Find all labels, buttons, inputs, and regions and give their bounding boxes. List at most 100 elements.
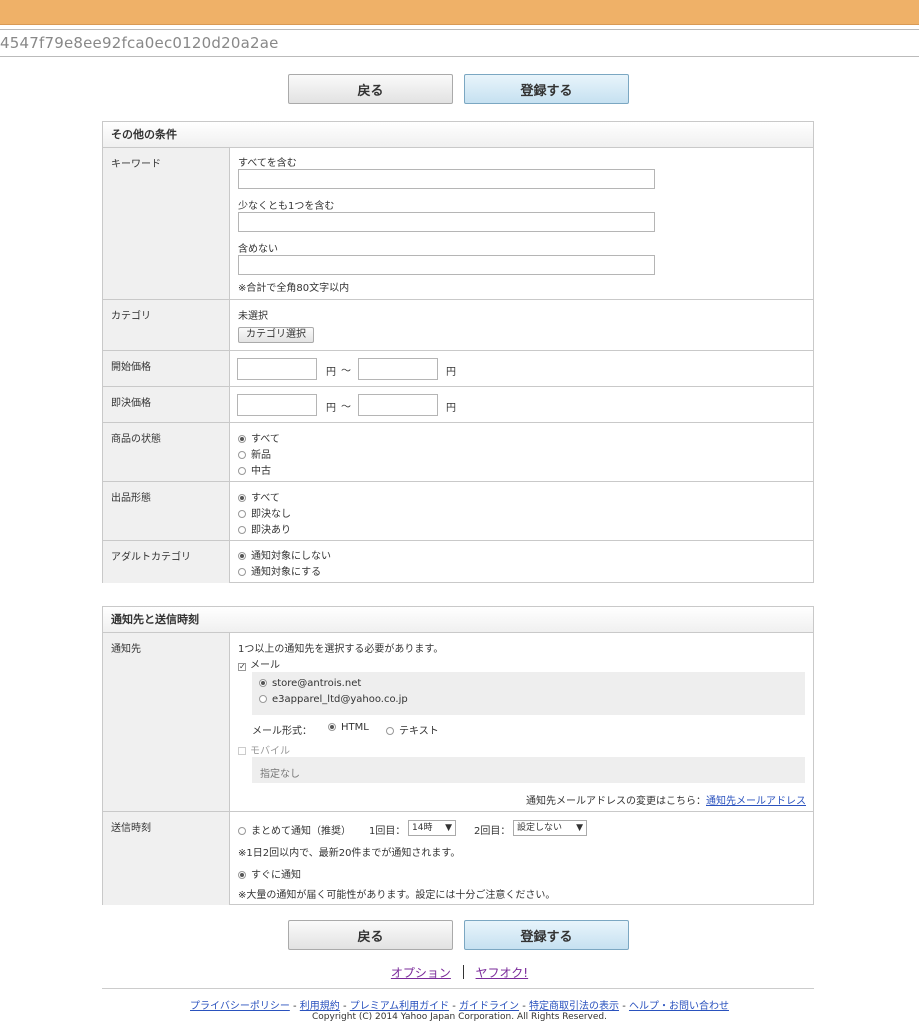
copyright: Copyright (C) 2014 Yahoo Japan Corporati…: [312, 1012, 607, 1022]
mobile-value: 指定なし: [260, 769, 300, 780]
bottom-nav: オプション ヤフオク!: [0, 964, 919, 981]
range-tilde: ～: [341, 402, 351, 413]
start-price-label: 開始価格: [103, 351, 230, 386]
radio-icon[interactable]: [238, 827, 246, 835]
radio-icon[interactable]: [238, 568, 246, 576]
listing-option-no-buyout[interactable]: 即決なし: [238, 505, 291, 520]
start-price-max-input[interactable]: [358, 358, 438, 380]
adult-option-include[interactable]: 通知対象にする: [238, 563, 321, 578]
send-time-label: 送信時刻: [103, 812, 230, 905]
back-button-bottom[interactable]: 戻る: [288, 920, 453, 950]
listing-type-row: 出品形態 すべて 即決なし 即決あり: [103, 482, 813, 541]
address-bar[interactable]: 4547f79e8ee92fca0ec0120d20a2ae: [0, 29, 919, 57]
keyword-all-label: すべてを含む: [238, 158, 297, 169]
yafuoku-link[interactable]: ヤフオク!: [476, 966, 529, 980]
listing-option-all[interactable]: すべて: [238, 489, 280, 504]
footer-link-guideline[interactable]: ガイドライン: [459, 1001, 519, 1012]
buyout-price-max-input[interactable]: [358, 394, 438, 416]
option-link[interactable]: オプション: [391, 966, 451, 980]
radio-icon[interactable]: [238, 451, 246, 459]
condition-option-used[interactable]: 中古: [238, 462, 271, 477]
keyword-any-label: 少なくとも1つを含む: [238, 201, 335, 212]
section-title: 通知先と送信時刻: [103, 607, 813, 633]
keyword-row: キーワード すべてを含む 少なくとも1つを含む 含めない ※合計で全角80文字以…: [103, 148, 813, 300]
format-text-option[interactable]: テキスト: [386, 722, 439, 737]
dropdown-arrow-icon: ▼: [576, 823, 583, 833]
dropdown-arrow-icon: ▼: [445, 823, 452, 833]
send-time-row: 送信時刻 まとめて通知（推奨） 1回目： 14時 ▼ 2回目： 設定しない ▼ ※1…: [103, 812, 813, 905]
footer-links: プライバシーポリシー - 利用規約 - プレミアム利用ガイド - ガイドライン …: [190, 1001, 729, 1012]
footer-link-help[interactable]: ヘルプ・お問い合わせ: [629, 1001, 729, 1012]
notification-section: 通知先と送信時刻 通知先 1つ以上の通知先を選択する必要があります。 ✓ メール …: [102, 606, 814, 905]
footer-link-commerce-law[interactable]: 特定商取引法の表示: [529, 1001, 619, 1012]
keyword-none-label: 含めない: [238, 244, 278, 255]
required-note: 1つ以上の通知先を選択する必要があります。: [238, 644, 444, 655]
back-button-top[interactable]: 戻る: [288, 74, 453, 104]
adult-option-exclude[interactable]: 通知対象にしない: [238, 547, 331, 562]
mail-checkbox[interactable]: ✓ メール: [238, 656, 280, 671]
radio-icon[interactable]: [238, 494, 246, 502]
start-price-min-input[interactable]: [237, 358, 317, 380]
range-tilde: ～: [341, 366, 351, 377]
buyout-price-label: 即決価格: [103, 387, 230, 422]
email-option[interactable]: e3apparel_ltd@yahoo.co.jp: [259, 694, 408, 705]
browser-top-bar: [0, 0, 919, 25]
register-button-bottom[interactable]: 登録する: [464, 920, 629, 950]
keyword-any-input[interactable]: [238, 212, 655, 232]
mobile-checkbox[interactable]: モバイル: [238, 742, 290, 757]
divider: [462, 965, 464, 979]
radio-icon[interactable]: [238, 467, 246, 475]
condition-option-all[interactable]: すべて: [238, 430, 280, 445]
radio-icon[interactable]: [238, 510, 246, 518]
check-icon[interactable]: ✓: [238, 663, 246, 671]
instant-option[interactable]: すぐに通知: [238, 866, 301, 881]
mobile-box: 指定なし: [252, 757, 805, 783]
mail-format-label: メール形式：: [252, 726, 312, 737]
listing-option-buyout[interactable]: 即決あり: [238, 521, 291, 536]
condition-row: 商品の状態 すべて 新品 中古: [103, 423, 813, 482]
email-option[interactable]: store@antrois.net: [259, 678, 361, 689]
radio-icon[interactable]: [238, 526, 246, 534]
second-time-select[interactable]: 設定しない ▼: [513, 820, 587, 836]
adult-label: アダルトカテゴリ: [103, 541, 230, 583]
notify-dest-row: 通知先 1つ以上の通知先を選択する必要があります。 ✓ メール store@ant…: [103, 633, 813, 812]
radio-icon[interactable]: [238, 435, 246, 443]
radio-icon[interactable]: [259, 679, 267, 687]
batch-option[interactable]: まとめて通知（推奨）: [238, 822, 351, 837]
radio-icon[interactable]: [259, 695, 267, 703]
buyout-price-min-input[interactable]: [237, 394, 317, 416]
change-address-link[interactable]: 通知先メールアドレス: [706, 796, 806, 807]
notify-dest-label: 通知先: [103, 633, 230, 811]
condition-label: 商品の状態: [103, 423, 230, 481]
category-select-button[interactable]: カテゴリ選択: [238, 327, 314, 343]
radio-icon[interactable]: [386, 727, 394, 735]
buyout-price-row: 即決価格 円 ～ 円: [103, 387, 813, 423]
register-button-top[interactable]: 登録する: [464, 74, 629, 104]
first-time-select[interactable]: 14時 ▼: [408, 820, 456, 836]
radio-icon[interactable]: [328, 723, 336, 731]
category-row: カテゴリ 未選択 カテゴリ選択: [103, 300, 813, 351]
change-address-line: 通知先メールアドレスの変更はこちら：通知先メールアドレス: [526, 796, 806, 807]
category-value: 未選択: [238, 311, 268, 322]
footer-link-premium-guide[interactable]: プレミアム利用ガイド: [350, 1001, 449, 1012]
adult-row: アダルトカテゴリ 通知対象にしない 通知対象にする: [103, 541, 813, 583]
address-text: 4547f79e8ee92fca0ec0120d20a2ae: [0, 34, 279, 52]
condition-option-new[interactable]: 新品: [238, 446, 271, 461]
listing-type-label: 出品形態: [103, 482, 230, 540]
format-html-option[interactable]: HTML: [328, 722, 369, 733]
yen-unit: 円: [326, 367, 336, 378]
category-label: カテゴリ: [103, 300, 230, 350]
radio-icon[interactable]: [238, 552, 246, 560]
footer-link-terms[interactable]: 利用規約: [300, 1001, 340, 1012]
instant-note: ※大量の通知が届く可能性があります。設定には十分ご注意ください。: [238, 890, 556, 901]
keyword-all-input[interactable]: [238, 169, 655, 189]
keyword-none-input[interactable]: [238, 255, 655, 275]
email-list: store@antrois.net e3apparel_ltd@yahoo.co…: [252, 672, 805, 715]
footer-divider: [102, 988, 814, 989]
section-title: その他の条件: [103, 122, 813, 148]
first-time-label: 1回目：: [369, 826, 406, 837]
footer-link-privacy[interactable]: プライバシーポリシー: [190, 1001, 290, 1012]
checkbox-icon[interactable]: [238, 747, 246, 755]
batch-note: ※1日2回以内で、最新20件までが通知されます。: [238, 848, 461, 859]
radio-icon[interactable]: [238, 871, 246, 879]
